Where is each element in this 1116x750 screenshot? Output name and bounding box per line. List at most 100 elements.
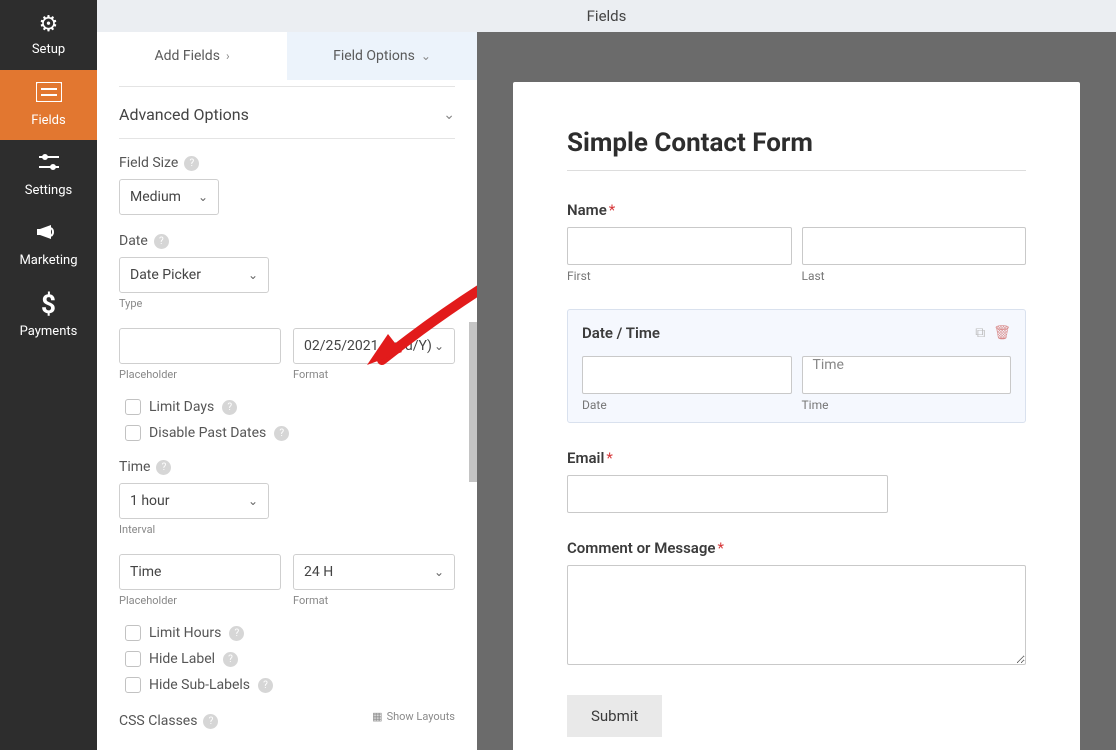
group-field-size: Field Size ? Medium ⌄ xyxy=(119,155,455,215)
field-name[interactable]: Name* First Last xyxy=(567,201,1026,283)
checkbox-label: Hide Sub-Labels xyxy=(149,677,250,693)
checkbox-hide-sub-labels[interactable]: Hide Sub-Labels ? xyxy=(125,677,455,693)
rail-item-marketing[interactable]: Marketing xyxy=(0,210,97,280)
show-layouts-button[interactable]: ▦ Show Layouts xyxy=(372,710,455,723)
tab-add-fields[interactable]: Add Fields › xyxy=(97,32,287,80)
show-layouts-label: Show Layouts xyxy=(387,710,455,723)
select-time-interval[interactable]: 1 hour ⌄ xyxy=(119,483,269,519)
checkbox-label: Limit Hours xyxy=(149,625,221,641)
chevron-down-icon: ⌄ xyxy=(443,107,455,123)
help-icon[interactable]: ? xyxy=(156,460,171,475)
fields-icon xyxy=(36,82,62,107)
required-mark: * xyxy=(609,201,615,219)
checkbox-label: Disable Past Dates xyxy=(149,425,266,441)
input-first-name[interactable] xyxy=(567,227,792,265)
duplicate-icon[interactable]: ⧉ xyxy=(975,325,985,341)
help-icon[interactable]: ? xyxy=(222,400,237,415)
topbar: Fields xyxy=(97,0,1116,32)
label-text: Comment or Message xyxy=(567,539,715,557)
chevron-right-icon: › xyxy=(226,49,230,63)
sublabel-first: First xyxy=(567,269,792,283)
help-icon[interactable]: ? xyxy=(223,652,238,667)
select-value: 02/25/2021 (m/d/Y) xyxy=(304,338,432,354)
rail-item-fields[interactable]: Fields xyxy=(0,70,97,140)
required-mark: * xyxy=(717,539,723,557)
sublabel-placeholder: Placeholder xyxy=(119,368,281,381)
rail-item-payments[interactable]: $ Payments xyxy=(0,280,97,350)
sublabel-type: Type xyxy=(119,297,455,310)
select-field-size[interactable]: Medium ⌄ xyxy=(119,179,219,215)
chevron-down-icon: ⌄ xyxy=(434,565,444,579)
select-time-format[interactable]: 24 H ⌄ xyxy=(293,554,455,590)
tab-label: Field Options xyxy=(333,48,415,64)
help-icon[interactable]: ? xyxy=(184,156,199,171)
group-time: Time ? 1 hour ⌄ Interval xyxy=(119,459,455,536)
preview-area: Simple Contact Form Name* First xyxy=(477,32,1116,750)
chevron-down-icon: ⌄ xyxy=(198,190,208,204)
label-time: Time xyxy=(119,459,150,475)
field-message[interactable]: Comment or Message* xyxy=(567,539,1026,669)
group-date: Date ? Date Picker ⌄ Type xyxy=(119,233,455,310)
input-email[interactable] xyxy=(567,475,888,513)
help-icon[interactable]: ? xyxy=(154,234,169,249)
rail-item-label: Payments xyxy=(20,324,78,339)
input-date[interactable] xyxy=(582,356,792,394)
sublabel-placeholder: Placeholder xyxy=(119,594,281,607)
label-text: Email xyxy=(567,449,604,467)
form-card: Simple Contact Form Name* First xyxy=(513,82,1080,750)
help-icon[interactable]: ? xyxy=(229,626,244,641)
help-icon[interactable]: ? xyxy=(258,678,273,693)
main-area: Fields Add Fields › Field Options ⌄ Adva… xyxy=(97,0,1116,750)
sublabel-last: Last xyxy=(802,269,1027,283)
input-time-placeholder[interactable]: Time xyxy=(119,554,281,590)
field-label: Email* xyxy=(567,449,1026,467)
sublabel-format: Format xyxy=(293,594,455,607)
checkbox-icon xyxy=(125,651,141,667)
checkbox-limit-days[interactable]: Limit Days ? xyxy=(125,399,455,415)
field-email[interactable]: Email* xyxy=(567,449,1026,513)
sublabel-interval: Interval xyxy=(119,523,455,536)
field-datetime-selected[interactable]: Date / Time ⧉ 🗑 Date Time T xyxy=(567,309,1026,423)
panel-tabs: Add Fields › Field Options ⌄ xyxy=(97,32,477,80)
select-date-type[interactable]: Date Picker ⌄ xyxy=(119,257,269,293)
chevron-down-icon: ⌄ xyxy=(434,339,444,353)
input-value: Time xyxy=(130,564,161,580)
divider xyxy=(567,170,1026,171)
rail-item-label: Settings xyxy=(25,183,72,198)
textarea-message[interactable] xyxy=(567,565,1026,665)
panel-body[interactable]: Advanced Options ⌄ Field Size ? Medium ⌄ xyxy=(97,80,477,750)
options-panel: Add Fields › Field Options ⌄ Advanced Op… xyxy=(97,32,477,750)
field-action-icons: ⧉ 🗑 xyxy=(975,325,1011,341)
checkbox-limit-hours[interactable]: Limit Hours ? xyxy=(125,625,455,641)
field-label: Date / Time xyxy=(582,324,660,342)
select-value: 1 hour xyxy=(130,493,170,509)
help-icon[interactable]: ? xyxy=(274,426,289,441)
help-icon[interactable]: ? xyxy=(203,714,218,729)
select-value: 24 H xyxy=(304,564,333,580)
chevron-down-icon: ⌄ xyxy=(248,494,258,508)
checkbox-label: Hide Label xyxy=(149,651,215,667)
scrollbar-thumb[interactable] xyxy=(469,322,477,482)
checkbox-hide-label[interactable]: Hide Label ? xyxy=(125,651,455,667)
input-last-name[interactable] xyxy=(802,227,1027,265)
field-label: Comment or Message* xyxy=(567,539,1026,557)
label-field-size: Field Size xyxy=(119,155,178,171)
rail-item-settings[interactable]: Settings xyxy=(0,140,97,210)
grid-icon: ▦ xyxy=(372,710,382,723)
label-text: Name xyxy=(567,201,607,219)
group-date-details: Placeholder 02/25/2021 (m/d/Y) ⌄ Format xyxy=(119,328,455,381)
select-date-format[interactable]: 02/25/2021 (m/d/Y) ⌄ xyxy=(293,328,455,364)
trash-icon[interactable]: 🗑 xyxy=(993,325,1011,341)
submit-button[interactable]: Submit xyxy=(567,695,662,737)
rail-item-setup[interactable]: ⚙ Setup xyxy=(0,0,97,70)
chevron-down-icon: ⌄ xyxy=(421,49,431,63)
section-advanced-options[interactable]: Advanced Options ⌄ xyxy=(119,87,455,139)
checkbox-icon xyxy=(125,425,141,441)
section-title: Advanced Options xyxy=(119,105,249,124)
checkbox-disable-past-dates[interactable]: Disable Past Dates ? xyxy=(125,425,455,441)
input-time[interactable]: Time xyxy=(802,356,1012,394)
input-date-placeholder[interactable] xyxy=(119,328,281,364)
sublabel-date: Date xyxy=(582,398,792,412)
sublabel-time: Time xyxy=(802,398,1012,412)
tab-field-options[interactable]: Field Options ⌄ xyxy=(287,32,477,80)
